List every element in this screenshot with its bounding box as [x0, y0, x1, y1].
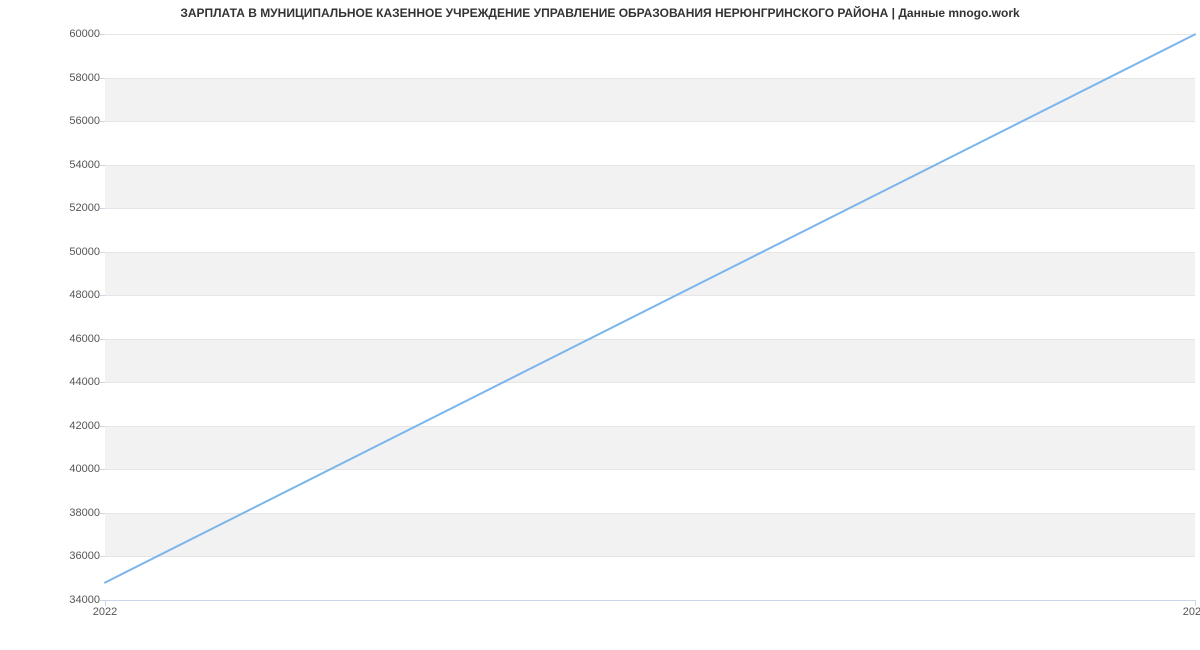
y-tick-label: 38000	[40, 507, 100, 519]
x-axis-line	[105, 600, 1195, 601]
y-tick-mark	[100, 121, 105, 122]
y-tick-mark	[100, 513, 105, 514]
plot-area	[105, 30, 1195, 600]
series-line	[105, 34, 1195, 582]
y-tick-mark	[100, 208, 105, 209]
x-tick-mark	[1195, 600, 1196, 606]
y-tick-mark	[100, 339, 105, 340]
y-tick-label: 46000	[40, 333, 100, 345]
chart-container: ЗАРПЛАТА В МУНИЦИПАЛЬНОЕ КАЗЕННОЕ УЧРЕЖД…	[0, 0, 1200, 650]
y-tick-mark	[100, 426, 105, 427]
y-tick-label: 50000	[40, 246, 100, 258]
y-tick-label: 48000	[40, 289, 100, 301]
chart-title: ЗАРПЛАТА В МУНИЦИПАЛЬНОЕ КАЗЕННОЕ УЧРЕЖД…	[0, 6, 1200, 20]
y-tick-mark	[100, 469, 105, 470]
y-tick-mark	[100, 295, 105, 296]
y-tick-mark	[100, 556, 105, 557]
y-tick-label: 54000	[40, 159, 100, 171]
y-tick-label: 58000	[40, 72, 100, 84]
y-tick-label: 60000	[40, 28, 100, 40]
y-tick-mark	[100, 252, 105, 253]
y-tick-mark	[100, 382, 105, 383]
y-tick-label: 40000	[40, 463, 100, 475]
line-layer	[105, 30, 1195, 600]
y-tick-mark	[100, 34, 105, 35]
y-tick-label: 56000	[40, 115, 100, 127]
y-tick-label: 34000	[40, 594, 100, 606]
x-tick-label: 2024	[1183, 606, 1200, 618]
y-tick-label: 42000	[40, 420, 100, 432]
x-tick-mark	[105, 600, 106, 606]
y-tick-mark	[100, 78, 105, 79]
y-tick-label: 36000	[40, 550, 100, 562]
y-tick-label: 52000	[40, 202, 100, 214]
x-tick-label: 2022	[93, 606, 117, 618]
y-tick-mark	[100, 165, 105, 166]
y-tick-label: 44000	[40, 376, 100, 388]
